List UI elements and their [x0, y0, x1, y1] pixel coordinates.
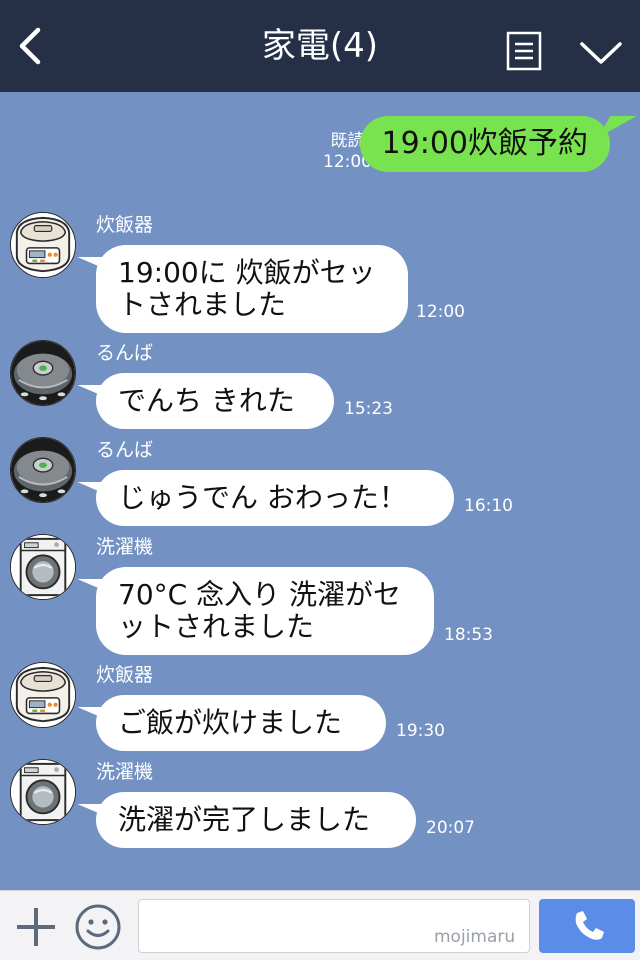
message-time: 15:23	[344, 399, 393, 419]
sender-name: るんば	[96, 342, 154, 364]
message-bubble[interactable]: 洗濯が完了しました	[96, 792, 416, 848]
message-bubble[interactable]: ご飯が炊けました	[96, 695, 386, 751]
message-bubble[interactable]: 19:00に 炊飯がセッ トされました	[96, 245, 408, 333]
notes-button[interactable]	[506, 31, 542, 71]
message-bubble[interactable]: 70°C 念入り 洗濯がセ ットされました	[96, 567, 434, 655]
robot-vacuum-avatar[interactable]	[10, 437, 76, 503]
message-line: ご飯が炊けました	[118, 706, 343, 739]
outgoing-message-bubble[interactable]: 19:00炊飯予約	[359, 116, 610, 172]
washing-machine-avatar[interactable]	[10, 534, 76, 600]
message-time: 20:07	[426, 818, 475, 838]
emoji-button[interactable]	[74, 903, 122, 951]
message-time: 16:10	[464, 496, 513, 516]
collapse-button[interactable]	[578, 36, 624, 68]
message-list[interactable]: 既読 12:00 19:00炊飯予約 炊飯器 19:00に 炊飯がセッ トされま…	[0, 92, 640, 890]
input-bar: mojimaru	[0, 890, 640, 960]
message-time: 18:53	[444, 625, 493, 645]
message-line: ットされました	[118, 610, 315, 643]
sender-name: 洗濯機	[96, 761, 154, 783]
rice-cooker-avatar[interactable]	[10, 662, 76, 728]
sender-name: 洗濯機	[96, 536, 154, 558]
message-line: 19:00に 炊飯がセッ	[118, 256, 376, 289]
message-line: でんち きれた	[118, 384, 295, 417]
chat-header: 家電(4)	[0, 0, 640, 92]
rice-cooker-avatar[interactable]	[10, 212, 76, 278]
sender-name: るんば	[96, 439, 154, 461]
message-line: トされました	[118, 288, 287, 321]
message-line: じゅうでん おわった！	[118, 481, 407, 514]
message-bubble[interactable]: でんち きれた	[96, 373, 334, 429]
notes-icon	[506, 31, 542, 71]
message-bubble[interactable]: じゅうでん おわった！	[96, 470, 454, 526]
smiley-icon	[75, 904, 121, 950]
sender-name: 炊飯器	[96, 214, 154, 236]
chat-title: 家電(4)	[261, 26, 379, 66]
message-time: 12:00	[416, 302, 465, 322]
message-input[interactable]	[138, 899, 530, 953]
robot-vacuum-avatar[interactable]	[10, 340, 76, 406]
message-time: 19:30	[396, 721, 445, 741]
washing-machine-avatar[interactable]	[10, 759, 76, 825]
plus-icon	[17, 908, 55, 946]
add-button[interactable]	[14, 905, 58, 949]
call-button[interactable]	[539, 899, 635, 953]
sender-name: 炊飯器	[96, 664, 154, 686]
message-line: 洗濯が完了しました	[118, 803, 371, 836]
phone-icon	[575, 911, 604, 940]
message-line: 70°C 念入り 洗濯がセ	[118, 578, 401, 611]
chevron-down-icon	[580, 42, 622, 64]
